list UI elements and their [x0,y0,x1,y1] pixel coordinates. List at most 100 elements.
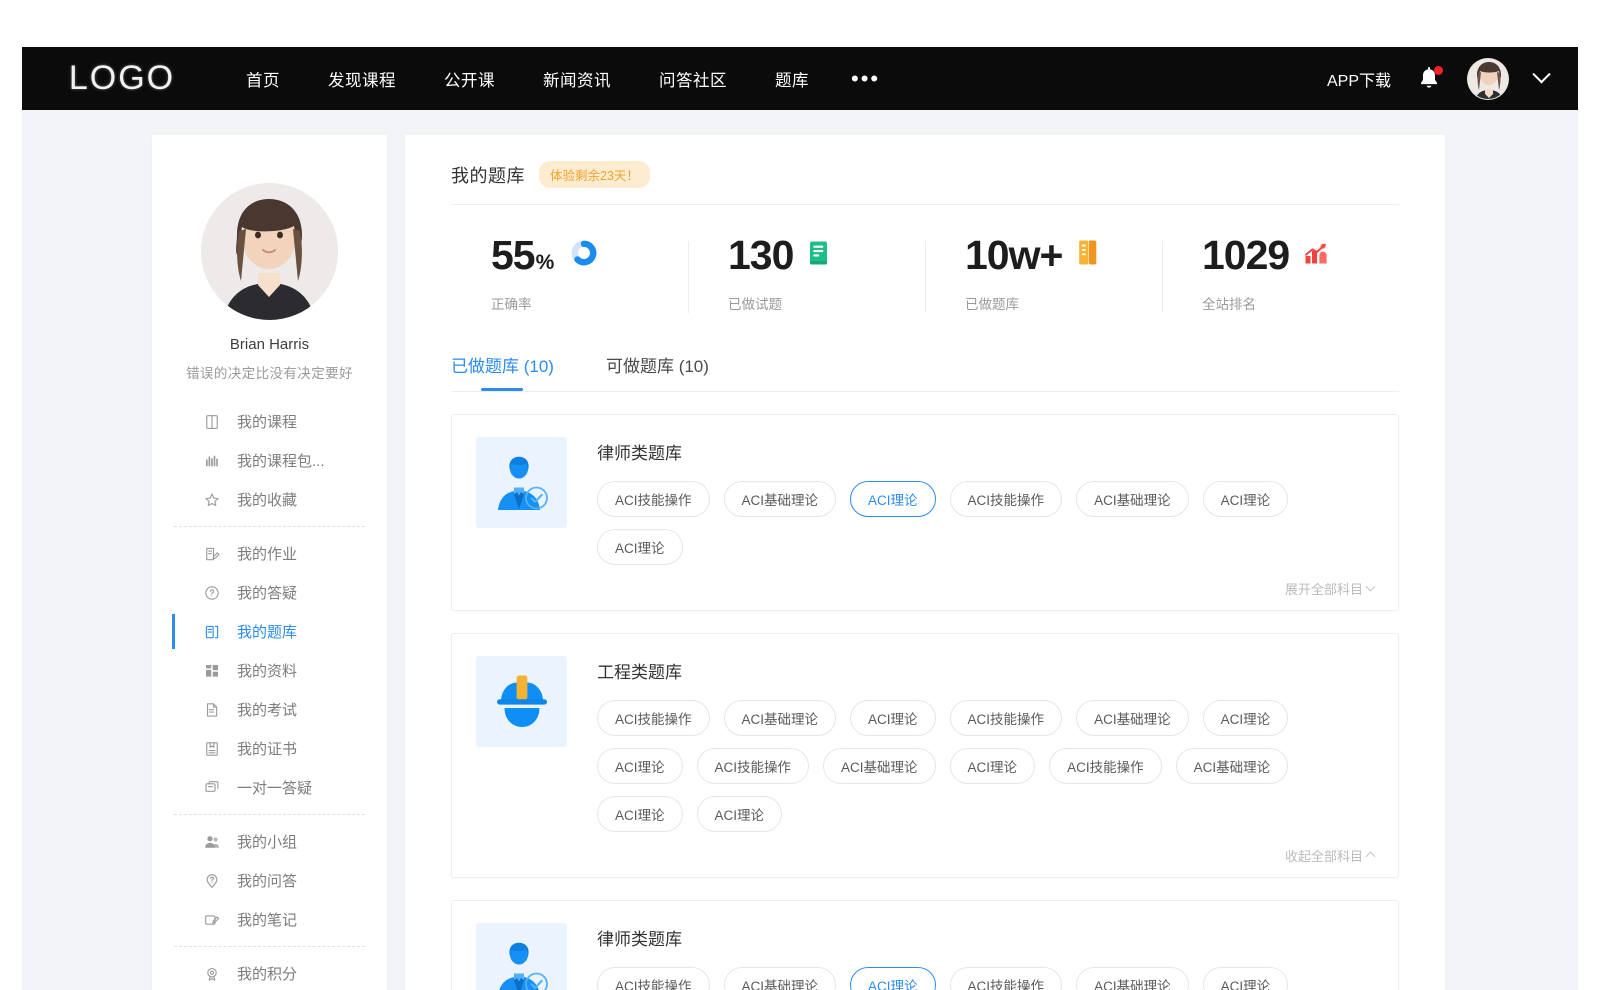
subject-chip[interactable]: ACI理论 [597,796,683,832]
sidebar-item-7[interactable]: 我的资料 [152,651,387,690]
question-bank-card[interactable]: 律师类题库 ACI技能操作 ACI基础理论 ACI理论 ACI技能操作 ACI基础理论 AC… [451,414,1399,611]
sidebar-item-1[interactable]: 我的课程包... [152,441,387,480]
sidebar-item-14[interactable]: 我的笔记 [152,900,387,939]
sidebar-item-9[interactable]: 我的证书 [152,729,387,768]
subject-chip[interactable]: ACI基础理论 [1176,748,1289,784]
site-logo[interactable]: LOGO [22,59,222,98]
sidebar-item-13[interactable]: 我的问答 [152,861,387,900]
subject-chip[interactable]: ACI技能操作 [597,481,710,517]
question-bank-name: 律师类题库 [597,439,1374,464]
question-bank-list: 律师类题库ACI技能操作ACI基础理论ACI理论ACI技能操作ACI基础理论AC… [451,414,1399,990]
profile-signature: 错误的决定比没有决定要好 [152,362,387,382]
question-bank-card[interactable]: 工程类题库ACI技能操作ACI基础理论ACI理论ACI技能操作ACI基础理论AC… [451,633,1399,878]
sidebar-item-label: 我的作业 [237,543,297,564]
question-bank-card[interactable]: 律师类题库ACI技能操作ACI基础理论ACI理论ACI技能操作ACI基础理论AC… [451,900,1399,990]
page-body: Brian Harris 错误的决定比没有决定要好 我的课程 我的课程包...我… [22,110,1578,990]
sidebar-item-8[interactable]: 我的考试 [152,690,387,729]
subject-chip[interactable]: ACI理论 [1203,700,1289,736]
tab-0[interactable]: 已做题库 (10) [451,352,554,391]
engineer-helmet-icon [476,656,567,747]
nav-link-3[interactable]: 新闻资讯 [519,45,635,113]
nav-link-5[interactable]: 题库 [751,45,833,113]
subject-chip[interactable]: ACI技能操作 [1049,748,1162,784]
subject-chip[interactable]: ACI理论 [597,748,683,784]
page-root: LOGO 首页发现课程公开课新闻资讯问答社区题库 ••• APP下载 [0,0,1600,990]
chevron-down-icon[interactable] [1532,65,1550,83]
nav-link-1[interactable]: 发现课程 [304,45,420,113]
notification-bell-icon[interactable] [1417,66,1441,92]
card-body: 律师类题库ACI技能操作ACI基础理论ACI理论ACI技能操作ACI基础理论AC… [597,923,1374,990]
subject-chip-list: ACI技能操作 ACI基础理论 ACI理论 ACI技能操作 ACI基础理论 ACI理论 AC… [597,700,1374,832]
orange-books-icon [1077,239,1099,266]
stat-card-0: 55% 正确率 [451,223,688,338]
sidebar-item-label: 我的课程包... [237,450,325,471]
nav-link-4[interactable]: 问答社区 [635,45,751,113]
avatar[interactable] [1467,58,1509,100]
toggle-subjects-label: 展开全部科目 [1285,579,1363,598]
sidebar-item-label: 我的题库 [237,621,297,642]
sidebar-item-6[interactable]: 我的题库 [152,612,387,651]
book-icon [202,412,221,431]
subject-chip[interactable]: ACI技能操作 [597,967,710,990]
subject-chip[interactable]: ACI理论 [850,481,936,517]
sidebar-item-label: 我的答疑 [237,582,297,603]
sidebar-item-16[interactable]: 我的积分 [152,954,387,990]
sidebar-item-10[interactable]: 一对一答疑 [152,768,387,807]
question-circle-icon [202,583,221,602]
sidebar-item-5[interactable]: 我的答疑 [152,573,387,612]
subject-chip[interactable]: ACI基础理论 [1076,967,1189,990]
sidebar-item-12[interactable]: 我的小组 [152,822,387,861]
subject-chip[interactable]: ACI基础理论 [1076,700,1189,736]
toggle-subjects-link[interactable]: 展开全部科目 [1285,579,1374,598]
menu-divider [174,814,365,815]
subject-chip[interactable]: ACI理论 [597,529,683,565]
tabs-divider [451,391,1399,392]
subject-chip[interactable]: ACI基础理论 [724,481,837,517]
question-bank-icon [202,622,221,641]
trial-status-badge: 体验剩余23天！ [539,161,650,188]
chevron-up-icon [1366,852,1376,862]
page-title: 我的题库 [451,162,525,188]
homework-icon [202,544,221,563]
stat-value: 130 [728,235,793,276]
sidebar-item-0[interactable]: 我的课程 [152,402,387,441]
subject-chip[interactable]: ACI理论 [1203,967,1289,990]
subject-chip[interactable]: ACI基础理论 [1076,481,1189,517]
subject-chip-list: ACI技能操作ACI基础理论ACI理论ACI技能操作ACI基础理论ACI理论AC… [597,967,1374,990]
subject-chip[interactable]: ACI理论 [950,748,1036,784]
main-nav-links: 首页发现课程公开课新闻资讯问答社区题库 [222,45,833,113]
sidebar-item-4[interactable]: 我的作业 [152,534,387,573]
tab-1[interactable]: 可做题库 (10) [606,352,709,391]
subject-chip[interactable]: ACI基础理论 [823,748,936,784]
stat-label: 全站排名 [1202,293,1399,313]
nav-link-0[interactable]: 首页 [222,45,304,113]
subject-chip[interactable]: ACI技能操作 [950,967,1063,990]
stat-suffix: % [536,251,555,275]
sidebar-item-2[interactable]: 我的收藏 [152,480,387,519]
subject-chip[interactable]: ACI基础理论 [724,700,837,736]
profile-avatar [201,183,338,320]
subject-chip[interactable]: ACI理论 [850,967,936,990]
sidebar-item-label: 我的问答 [237,870,297,891]
nav-more-icon[interactable]: ••• [833,64,898,94]
subject-chip[interactable]: ACI理论 [1203,481,1289,517]
subject-chip[interactable]: ACI理论 [850,700,936,736]
toggle-subjects-link[interactable]: 收起全部科目 [1285,846,1374,865]
exam-paper-icon [202,700,221,719]
subject-chip[interactable]: ACI技能操作 [697,748,810,784]
subject-chip[interactable]: ACI技能操作 [950,481,1063,517]
notification-dot [1434,66,1443,75]
stat-card-1: 130 已做试题 [688,223,925,338]
subject-chip[interactable]: ACI基础理论 [724,967,837,990]
subject-chip[interactable]: ACI理论 [697,796,783,832]
stat-label: 正确率 [491,293,688,313]
subject-chip[interactable]: ACI技能操作 [597,700,710,736]
stat-value: 1029 [1202,235,1289,276]
nav-link-2[interactable]: 公开课 [420,45,519,113]
subject-chip[interactable]: ACI技能操作 [950,700,1063,736]
ranking-icon [1304,241,1330,265]
content-tabs: 已做题库 (10) 可做题库 (10) [451,352,1399,391]
sidebar-item-label: 我的证书 [237,738,297,759]
sidebar-item-label: 我的小组 [237,831,297,852]
app-download-link[interactable]: APP下载 [1327,67,1391,91]
